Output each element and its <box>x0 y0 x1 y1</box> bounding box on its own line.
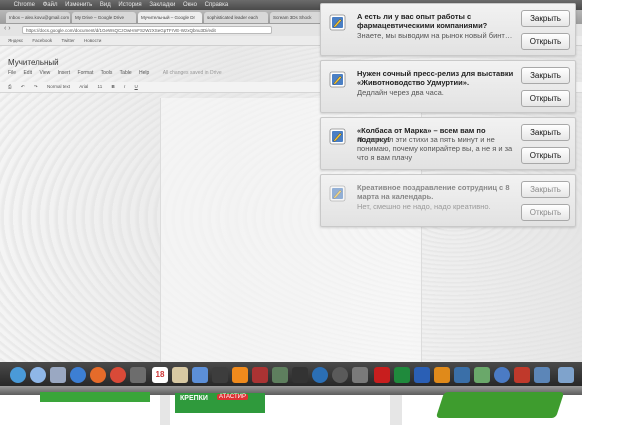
docs-menu-edit[interactable]: Edit <box>23 70 32 76</box>
app-icon[interactable] <box>434 367 450 383</box>
underline-icon[interactable]: U <box>135 84 138 89</box>
bookmark-item[interactable]: Facebook <box>32 38 52 43</box>
notification-card: Креативное поздравление сотрудниц с 8 ма… <box>320 174 576 227</box>
browser-tab-4[interactable]: sophisticated leader each <box>204 12 268 23</box>
italic-icon[interactable]: I <box>124 84 125 89</box>
app-icon[interactable] <box>494 367 510 383</box>
app-icon[interactable] <box>352 367 368 383</box>
itunes-icon[interactable] <box>192 367 208 383</box>
notification-body: Нет, смешно не надо, надо креативно. <box>357 202 491 211</box>
pencil-app-icon <box>329 71 346 88</box>
system-preferences-icon[interactable] <box>50 367 66 383</box>
menubar-item-bookmarks[interactable]: Закладки <box>149 2 175 8</box>
acrobat-icon[interactable] <box>514 367 530 383</box>
document-title[interactable]: Мучительный <box>8 58 59 67</box>
close-button[interactable]: Закрыть <box>521 124 570 141</box>
open-button[interactable]: Открыть <box>521 90 570 107</box>
font-select[interactable]: Arial <box>79 84 88 89</box>
app-icon[interactable] <box>474 367 490 383</box>
app-icon[interactable] <box>292 367 308 383</box>
style-select[interactable]: Normal text <box>47 84 70 89</box>
green-clip <box>40 392 150 402</box>
back-forward-icon[interactable]: ‹ › <box>4 25 11 32</box>
powerpoint-icon[interactable] <box>374 367 390 383</box>
notification-title: Креативное поздравление сотрудниц с 8 ма… <box>357 183 510 201</box>
desktop-screen: Chrome Файл Изменить Вид История Закладк… <box>0 0 582 395</box>
browser-tab-inbox[interactable]: Inbox – alex.kovu@gmail.com <box>6 12 70 23</box>
monitor-stand <box>160 395 170 425</box>
redo-icon[interactable]: ↷ <box>34 84 38 89</box>
undo-icon[interactable]: ↶ <box>21 84 25 89</box>
docs-menu-tools[interactable]: Tools <box>101 70 113 76</box>
menubar-item-help[interactable]: Справка <box>205 2 229 8</box>
notification-stack: А есть ли у вас опыт работы с фармацевти… <box>320 3 576 231</box>
menubar-item-history[interactable]: История <box>118 2 141 8</box>
notification-title: А есть ли у вас опыт работы с фармацевти… <box>357 12 488 30</box>
open-button[interactable]: Открыть <box>521 147 570 164</box>
green-object <box>435 392 565 418</box>
folder-icon[interactable] <box>558 367 574 383</box>
chrome-icon[interactable] <box>110 367 126 383</box>
font-size-select[interactable]: 11 <box>98 84 103 89</box>
time-machine-icon[interactable] <box>332 367 348 383</box>
app-icon[interactable] <box>212 367 228 383</box>
app-icon[interactable] <box>312 367 328 383</box>
open-button[interactable]: Открыть <box>521 33 570 50</box>
docs-menu: File Edit View Insert Format Tools Table… <box>8 70 228 76</box>
docs-menu-file[interactable]: File <box>8 70 16 76</box>
app-icon[interactable] <box>252 367 268 383</box>
docs-menu-table[interactable]: Table <box>120 70 132 76</box>
notification-card: «Колбаса от Марка» – всем вам по подарку… <box>320 117 576 170</box>
box-badge: АТАСТИР <box>217 394 248 400</box>
notes-icon[interactable] <box>172 367 188 383</box>
open-button[interactable]: Открыть <box>521 204 570 221</box>
preview-icon[interactable] <box>272 367 288 383</box>
close-button[interactable]: Закрыть <box>521 181 570 198</box>
docs-menu-view[interactable]: View <box>39 70 50 76</box>
firefox-icon[interactable] <box>90 367 106 383</box>
docs-menu-help[interactable]: Help <box>139 70 149 76</box>
docs-menu-insert[interactable]: Insert <box>58 70 71 76</box>
pencil-app-icon <box>329 185 346 202</box>
menubar-item-chrome[interactable]: Chrome <box>14 2 35 8</box>
bold-icon[interactable]: B <box>111 84 114 89</box>
bookmark-item[interactable]: Яндекс <box>8 38 23 43</box>
url-field[interactable]: https://docs.google.com/document/d/1GeWs… <box>22 26 272 34</box>
save-status: All changes saved in Drive <box>162 70 222 76</box>
notification-card: Нужен сочный пресс-релиз для выставки «Ж… <box>320 60 576 113</box>
print-icon[interactable]: ⎙ <box>8 84 12 89</box>
box-label: КРЕПКИ <box>180 395 208 402</box>
mail-icon[interactable] <box>130 367 146 383</box>
vlc-icon[interactable] <box>232 367 248 383</box>
bookmark-item[interactable]: Новости <box>84 38 101 43</box>
menubar-item-edit[interactable]: Изменить <box>65 2 92 8</box>
dashboard-icon[interactable] <box>30 367 46 383</box>
close-button[interactable]: Закрыть <box>521 67 570 84</box>
pencil-app-icon <box>329 128 346 145</box>
bookmark-item[interactable]: Twitter <box>61 38 74 43</box>
word-icon[interactable] <box>414 367 430 383</box>
menubar-item-file[interactable]: Файл <box>43 2 58 8</box>
browser-tab-drive[interactable]: My Drive – Google Drive <box>72 12 136 23</box>
excel-icon[interactable] <box>394 367 410 383</box>
dock-icons: 18 <box>6 367 581 387</box>
safari-icon[interactable] <box>70 367 86 383</box>
notification-body: Дедлайн через два часа. <box>357 88 444 97</box>
notification-body: Знаете, мы выводим на рынок новый бинт… <box>357 31 513 40</box>
notification-body: Я написал эти стихи за пять минут и не п… <box>357 135 513 162</box>
app-icon[interactable] <box>534 367 550 383</box>
close-button[interactable]: Закрыть <box>521 10 570 27</box>
monitor-stand <box>390 395 402 425</box>
app-icon[interactable] <box>454 367 470 383</box>
notification-card: А есть ли у вас опыт работы с фармацевти… <box>320 3 576 56</box>
finder-icon[interactable] <box>10 367 26 383</box>
calendar-icon[interactable]: 18 <box>152 367 168 383</box>
browser-tab-doc[interactable]: Мучительный – Google Dr <box>138 12 202 23</box>
menubar-item-view[interactable]: Вид <box>100 2 111 8</box>
pencil-app-icon <box>329 14 346 31</box>
notification-title: Нужен сочный пресс-релиз для выставки «Ж… <box>357 69 514 87</box>
menubar-item-window[interactable]: Окно <box>183 2 197 8</box>
docs-menu-format[interactable]: Format <box>78 70 94 76</box>
